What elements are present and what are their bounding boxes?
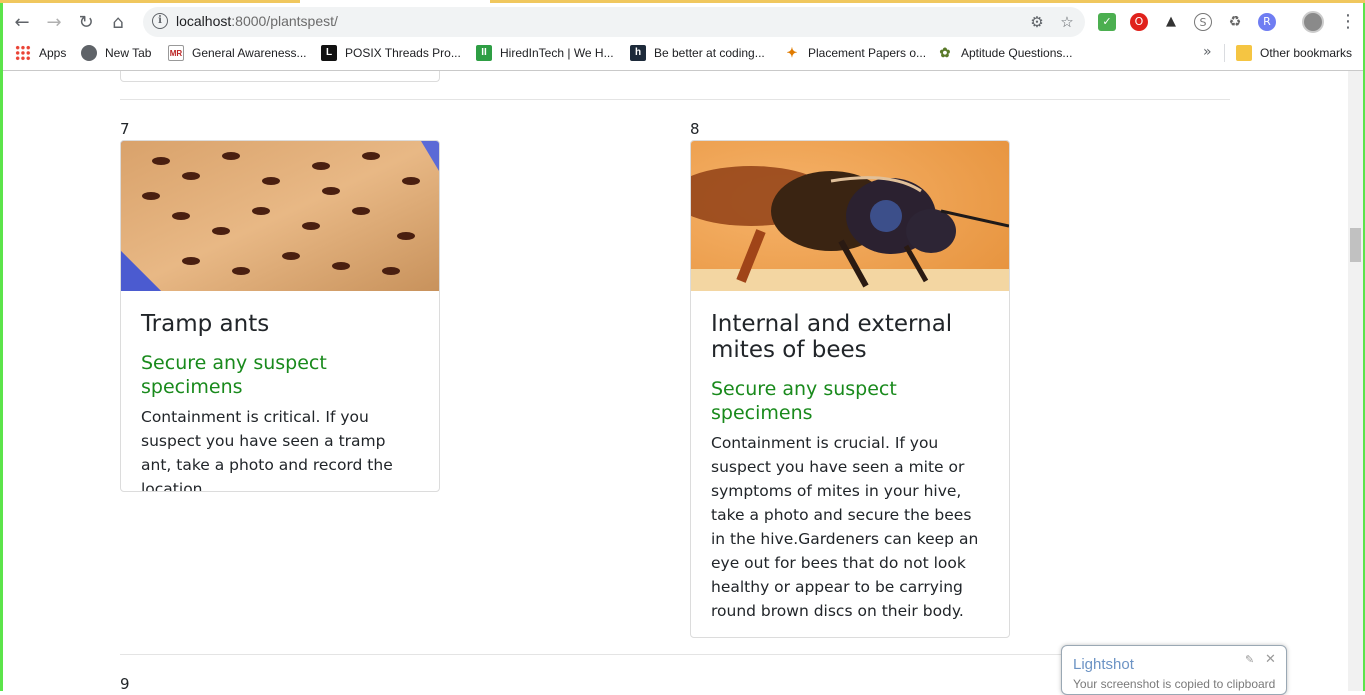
folder-icon xyxy=(1236,45,1252,61)
bookmark-label: HiredInTech | We H... xyxy=(500,46,614,60)
pest-card-bee-mites: Internal and external mites of bees Secu… xyxy=(690,140,1010,638)
lightshot-title: Lightshot xyxy=(1073,656,1134,673)
bee-closeup-photo xyxy=(691,141,1009,291)
bookmark-label: Be better at coding... xyxy=(654,46,765,60)
bookmark-label: Aptitude Questions... xyxy=(961,46,1073,60)
url-text[interactable]: localhost:8000/plantspest/ xyxy=(176,13,338,29)
bookmark-label: Other bookmarks xyxy=(1260,46,1353,60)
menu-kebab-icon[interactable]: ⋮ xyxy=(1339,11,1357,32)
close-icon[interactable]: ✕ xyxy=(1265,652,1276,667)
card-title: Internal and external mites of bees xyxy=(711,311,953,363)
page-scrollbar[interactable] xyxy=(1348,71,1363,691)
scrollbar-thumb[interactable] xyxy=(1350,228,1361,262)
url-path: :8000/plantspest/ xyxy=(231,13,338,29)
extension-r-icon[interactable]: R xyxy=(1258,13,1276,31)
bookmark-hiredintech[interactable]: II HiredInTech | We H... xyxy=(476,45,614,61)
apps-grid-icon xyxy=(15,45,31,61)
profile-avatar[interactable] xyxy=(1302,11,1324,33)
url-host: localhost xyxy=(176,13,232,29)
extension-graduation-cap-icon[interactable]: ▲ xyxy=(1162,13,1180,31)
ants-on-wood-photo xyxy=(121,141,439,291)
card-subtitle: Secure any suspect specimens xyxy=(711,378,897,424)
bookmark-star-icon[interactable]: ☆ xyxy=(1059,14,1075,30)
card-text: Containment is critical. If you suspect … xyxy=(141,408,393,492)
bookmark-label: New Tab xyxy=(105,46,152,60)
hackerrank-icon: h xyxy=(630,45,646,61)
translate-blocked-icon[interactable]: ⚙ xyxy=(1029,14,1045,30)
ants-photo-svg xyxy=(121,141,439,291)
extension-skype-icon[interactable]: S xyxy=(1194,13,1212,31)
bookmark-other-bookmarks[interactable]: Other bookmarks xyxy=(1236,45,1352,61)
bookmark-label: Apps xyxy=(39,46,67,60)
reload-icon[interactable]: ↻ xyxy=(74,10,98,34)
card-index: 8 xyxy=(690,120,700,138)
globe-icon xyxy=(81,45,97,61)
lightshot-message: Your screenshot is copied to clipboard xyxy=(1073,677,1276,691)
back-icon[interactable]: ← xyxy=(10,10,34,34)
extension-inbox-icon[interactable]: ✓ xyxy=(1098,13,1116,31)
mr-icon: MR xyxy=(168,45,184,61)
card-body: Tramp ants Secure any suspect specimens … xyxy=(121,291,439,492)
bookmarks-divider xyxy=(1224,44,1225,62)
bookmark-label: POSIX Threads Pro... xyxy=(345,46,461,60)
bookmark-label: Placement Papers o... xyxy=(808,46,927,60)
placement-icon: ✦ xyxy=(784,45,800,61)
home-icon[interactable]: ⌂ xyxy=(106,10,130,34)
address-bar[interactable]: i localhost:8000/plantspest/ ⚙ ☆ xyxy=(143,7,1085,37)
bookmark-new-tab[interactable]: New Tab xyxy=(81,45,151,61)
pin-icon[interactable]: ✎ xyxy=(1245,653,1254,666)
card-body: Internal and external mites of bees Secu… xyxy=(691,291,1009,623)
card-subtitle: Secure any suspect specimens xyxy=(141,352,327,398)
card-index: 7 xyxy=(120,120,130,138)
bookmark-aptitude-questions[interactable]: ✿ Aptitude Questions... xyxy=(937,45,1072,61)
bookmark-hackerrank[interactable]: h Be better at coding... xyxy=(630,45,765,61)
bookmarks-overflow-button[interactable]: » xyxy=(1203,44,1212,60)
aptitude-icon: ✿ xyxy=(937,45,953,61)
bookmark-label: General Awareness... xyxy=(192,46,307,60)
extension-opera-icon[interactable]: O xyxy=(1130,13,1148,31)
forward-icon[interactable]: → xyxy=(42,10,66,34)
browser-toolbar: ← → ↻ ⌂ i localhost:8000/plantspest/ ⚙ ☆… xyxy=(3,3,1363,39)
bookmark-general-awareness[interactable]: MR General Awareness... xyxy=(168,45,307,61)
bookmark-placement-papers[interactable]: ✦ Placement Papers o... xyxy=(784,45,926,61)
bee-photo-svg xyxy=(691,141,1009,291)
extension-recycle-icon[interactable]: ♻ xyxy=(1226,13,1244,31)
page-content: 7 Tramp ants Secure any suspect specimen… xyxy=(3,71,1348,691)
lightshot-notification[interactable]: Lightshot ✎ ✕ Your screenshot is copied … xyxy=(1061,645,1287,695)
bookmark-posix-threads[interactable]: L POSIX Threads Pro... xyxy=(321,45,461,61)
pest-card-tramp-ants: Tramp ants Secure any suspect specimens … xyxy=(120,140,440,492)
card-index: 9 xyxy=(120,675,130,691)
posix-icon: L xyxy=(321,45,337,61)
hiredintech-icon: II xyxy=(476,45,492,61)
previous-card-edge xyxy=(120,71,440,82)
card-title: Tramp ants xyxy=(141,311,270,337)
row-divider xyxy=(120,99,1230,100)
bookmarks-bar: Apps New Tab MR General Awareness... L P… xyxy=(3,39,1363,67)
site-info-icon[interactable]: i xyxy=(152,13,168,29)
bookmark-apps[interactable]: Apps xyxy=(15,45,66,61)
card-text: Containment is crucial. If you suspect y… xyxy=(711,434,979,620)
